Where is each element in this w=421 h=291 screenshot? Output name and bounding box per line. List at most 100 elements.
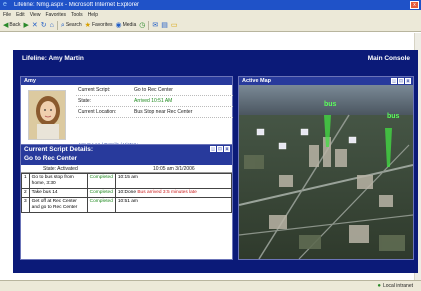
panel-maximize-button[interactable]: □ [217,146,223,152]
browser-status-bar: ● Local intranet [0,280,421,291]
menu-tools[interactable]: Tools [71,12,83,18]
script-details-panel: Current Script Details: Go to Rec Center… [20,144,233,260]
stop-button[interactable]: ✕ [32,22,38,29]
browser-title-bar: e Lifeline: Nmg.aspx - Microsoft Interne… [0,0,421,10]
step-time: 10:Done Bus arrived 3:5 minutes late [114,188,233,198]
person-info: Current Script: Go to Rec Center State: … [76,85,233,118]
step-task: Go to bus stop from home, 3:30 [28,173,88,189]
toolbar-separator [56,20,58,30]
script-details-title: Current Script Details: [24,146,93,153]
schedule-header: State: Activated 10:05 am 3/1/2006 [21,165,232,173]
step-task: Get off at Rec Center and go to Rec Cent… [28,197,88,213]
panel-controls: _ □ x [210,146,230,152]
browser-toolbar: ◀ Back ▶ ✕ ↻ ⌂ ⌕ Search ★ Favorites ◉ Me… [0,19,421,32]
panel-close-button[interactable]: x [405,78,411,84]
step-time-value: 10:51 am [117,199,138,204]
info-label: Current Location: [78,109,117,115]
menu-file[interactable]: File [3,12,11,18]
folder-icon: ▭ [170,21,178,29]
mail-button[interactable]: ✉ [152,22,158,29]
refresh-icon: ↻ [40,21,47,29]
media-button[interactable]: ◉ Media [116,22,137,29]
step-status: Completed [86,197,116,213]
aerial-city-map[interactable]: bus bus [239,85,413,259]
city-aerial-image [239,85,413,259]
script-panel-header: Current Script Details: Go to Rec Center… [21,145,232,165]
print-button[interactable]: ▤ [161,22,168,29]
menu-help[interactable]: Help [88,12,98,18]
stop-icon: ✕ [31,21,38,29]
panel-minimize-button[interactable]: _ [210,146,216,152]
home-icon: ⌂ [49,21,54,29]
edit-button[interactable]: ▭ [171,22,178,29]
mail-icon: ✉ [152,21,159,29]
info-label: State: [78,98,92,104]
person-name: Amy [24,78,36,84]
favorites-button[interactable]: ★ Favorites [85,22,113,29]
map-panel-header: Active Map _ □ x [239,77,413,85]
step-time: 10:51 am [114,197,233,213]
step-time-value: 10:15 am [117,175,138,180]
main-console-link[interactable]: Main Console [368,55,410,62]
table-row: 3 Get off at Rec Center and go to Rec Ce… [21,197,233,213]
security-zone: ● Local intranet [377,283,413,289]
step-status: Completed [86,188,116,198]
panel-close-button[interactable]: x [224,146,230,152]
bus-marker-label[interactable]: bus [387,113,399,120]
print-icon: ▤ [161,21,168,29]
back-button[interactable]: ◀ Back [3,22,21,29]
forward-button[interactable]: ▶ [24,22,29,29]
intranet-icon: ● [377,283,381,289]
menu-favorites[interactable]: Favorites [45,12,66,18]
panel-maximize-button[interactable]: □ [398,78,404,84]
person-photo [28,90,66,140]
info-value: Arrived 10:51 AM [134,98,173,104]
search-icon: ⌕ [60,21,65,29]
bus-marker-label[interactable]: bus [324,101,336,108]
history-icon: ◷ [139,21,146,29]
step-note: Bus arrived 3:5 minutes late [137,190,197,195]
info-value: Bus Stop near Rec Center [134,109,193,115]
script-state: State: Activated [43,165,78,172]
person-panel-header: Amy [21,77,232,85]
back-arrow-icon: ◀ [3,21,9,29]
info-label: Current Script: [78,87,111,93]
forward-arrow-icon: ▶ [23,21,29,29]
menu-view[interactable]: View [30,12,41,18]
step-number: 3 [21,197,30,213]
toolbar-separator [148,20,150,30]
star-icon: ★ [84,21,91,29]
table-row: 2 Take bus 14 Completed 10:Done Bus arri… [21,188,233,198]
app-header: Lifeline: Amy Martin Main Console [13,50,418,66]
info-row-state: State: Arrived 10:51 AM [76,96,233,107]
script-schedule: State: Activated 10:05 am 3/1/2006 1 Go … [21,165,233,213]
panel-controls: _ □ x [391,78,411,84]
person-panel: Amy Current Script: Go to Rec Center Sta… [20,76,233,153]
active-map-panel: Active Map _ □ x bus bus [238,76,414,260]
zone-label: Local intranet [382,283,413,289]
map-title: Active Map [242,78,272,84]
script-name: Go to Rec Center [24,154,78,162]
step-task: Take bus 14 [28,188,88,198]
portrait-image [29,91,65,139]
menu-bar: File Edit View Favorites Tools Help [0,10,421,19]
step-time: 10:15 am [114,173,233,189]
step-time-value: 10:Done [117,190,138,195]
internet-explorer-icon: e [3,1,7,8]
info-row-current-script: Current Script: Go to Rec Center [76,85,233,96]
table-row: 1 Go to bus stop from home, 3:30 Complet… [21,173,233,189]
panel-minimize-button[interactable]: _ [391,78,397,84]
script-date: 10:05 am 3/1/2006 [153,165,195,172]
close-window-button[interactable]: x [410,1,419,9]
refresh-button[interactable]: ↻ [41,22,47,29]
menu-edit[interactable]: Edit [16,12,25,18]
search-button[interactable]: ⌕ Search [61,22,82,29]
media-icon: ◉ [115,21,122,29]
steps-table: 1 Go to bus stop from home, 3:30 Complet… [21,173,233,213]
step-number: 2 [21,188,30,198]
info-value: Go to Rec Center [134,87,173,93]
app-title: Lifeline: Amy Martin [22,54,84,62]
window-title: Lifeline: Nmg.aspx - Microsoft Internet … [14,2,140,8]
history-button[interactable]: ◷ [139,22,145,29]
home-button[interactable]: ⌂ [50,22,54,29]
